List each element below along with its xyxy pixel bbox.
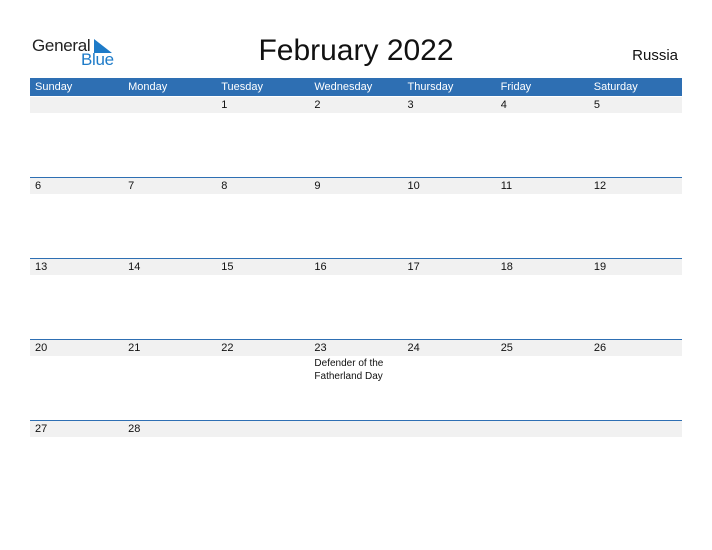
day-number: 28 [128,423,141,435]
day-cell: 24 [403,340,496,421]
week-row: 1 2 3 4 5 [30,97,682,178]
day-number: 11 [500,180,513,192]
day-cell [309,421,402,502]
day-number: 13 [35,261,48,273]
day-cell: 20 [30,340,123,421]
day-cell: 28 [123,421,216,502]
day-cell: 1 [216,97,309,178]
weekday-sunday: Sunday [35,81,73,93]
day-cell [589,421,682,502]
day-cell: 19 [589,259,682,340]
day-number: 23 [314,342,327,354]
week-row: 27 28 [30,420,682,502]
day-cell: 21 [123,340,216,421]
page-title: February 2022 [258,34,454,67]
week-row: 20 21 22 23 Defender of the Fatherland Day 24… [30,339,682,421]
day-cell: 25 [496,340,589,421]
day-cell: 27 [30,421,123,502]
day-cell: 16 [309,259,402,340]
day-number: 2 [314,99,321,111]
day-number: 12 [593,180,607,192]
country-label: Russia [632,47,678,64]
day-cell: 14 [123,259,216,340]
day-number: 4 [500,99,507,111]
day-number: 8 [221,180,228,192]
day-number: 17 [407,261,420,273]
day-number: 26 [593,342,607,354]
day-cell: 9 [309,178,402,259]
day-cell: 15 [216,259,309,340]
day-cell: 4 [496,97,589,178]
day-cell: 3 [403,97,496,178]
day-number: 5 [593,99,600,111]
day-cell [30,97,123,178]
day-number: 14 [128,261,141,273]
weekday-header: Sunday Monday Tuesday Wednesday Thursday… [30,78,682,96]
day-number: 1 [221,99,228,111]
day-number: 22 [221,342,234,354]
day-cell: 22 [216,340,309,421]
day-number: 15 [221,261,234,273]
day-cell: 6 [30,178,123,259]
day-number: 25 [500,342,513,354]
day-number: 24 [407,342,420,354]
day-cell: 8 [216,178,309,259]
day-number: 21 [128,342,141,354]
day-cell: 5 [589,97,682,178]
day-cell: 2 [309,97,402,178]
day-cell [216,421,309,502]
day-cell: 10 [403,178,496,259]
day-number: 7 [128,180,135,192]
day-number: 6 [35,180,42,192]
week-row: 6 7 8 9 10 11 12 [30,177,682,259]
day-cell [123,97,216,178]
day-cell [403,421,496,502]
day-number: 20 [35,342,48,354]
week-row: 13 14 15 16 17 18 19 [30,258,682,340]
day-number: 18 [500,261,513,273]
weekday-thursday: Thursday [407,81,454,93]
weekday-friday: Friday [500,81,532,93]
day-cell: 26 [589,340,682,421]
weekday-saturday: Saturday [593,81,638,93]
day-number: 9 [314,180,321,192]
day-cell: 23 Defender of the Fatherland Day [309,340,402,421]
day-cell: 18 [496,259,589,340]
day-cell: 17 [403,259,496,340]
day-number: 16 [314,261,327,273]
day-number: 3 [407,99,414,111]
weekday-wednesday: Wednesday [314,81,373,93]
day-number: 19 [593,261,607,273]
day-number: 10 [407,180,420,192]
day-cell [496,421,589,502]
weekday-monday: Monday [128,81,168,93]
holiday-event: Defender of the Fatherland Day [314,358,384,382]
weekday-tuesday: Tuesday [221,81,264,93]
day-cell: 12 [589,178,682,259]
day-number: 27 [35,423,48,435]
day-cell: 11 [496,178,589,259]
day-cell: 13 [30,259,123,340]
day-cell: 7 [123,178,216,259]
